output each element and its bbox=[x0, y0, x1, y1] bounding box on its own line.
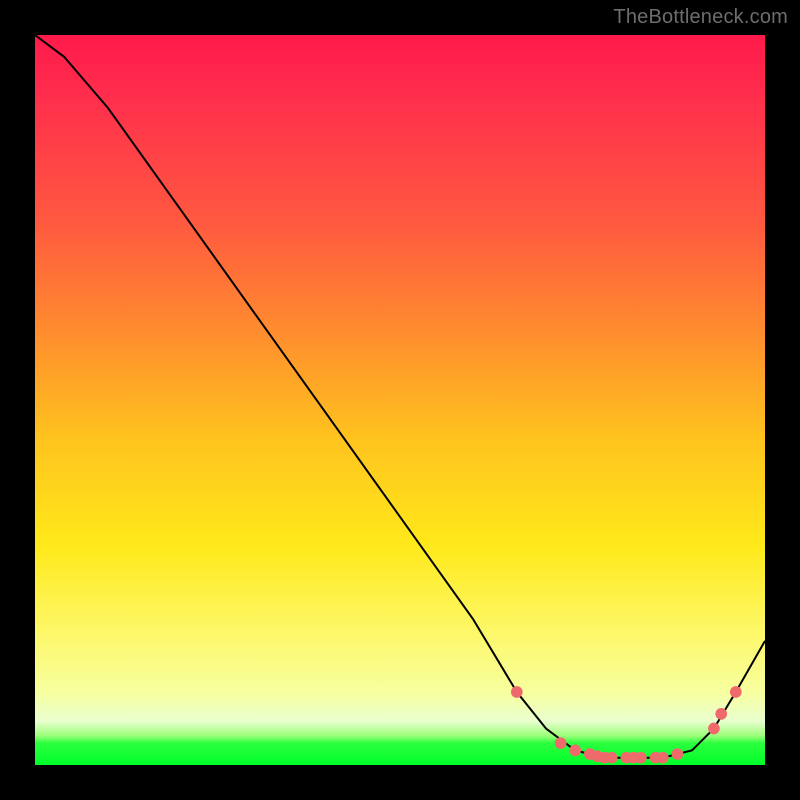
curve-marker bbox=[569, 745, 581, 757]
curve-marker bbox=[708, 723, 720, 735]
curve-marker bbox=[511, 686, 523, 698]
curve-marker bbox=[555, 737, 567, 749]
curve-marker bbox=[635, 752, 647, 764]
curve-marker bbox=[715, 708, 727, 720]
marker-group bbox=[511, 686, 742, 763]
curve-marker bbox=[730, 686, 742, 698]
curve-marker bbox=[672, 748, 684, 760]
chart-frame: TheBottleneck.com bbox=[0, 0, 800, 800]
curve-marker bbox=[657, 752, 669, 764]
bottleneck-curve bbox=[35, 35, 765, 758]
plot-area bbox=[35, 35, 765, 765]
curve-marker bbox=[606, 752, 618, 764]
watermark-text: TheBottleneck.com bbox=[613, 6, 788, 29]
curve-svg bbox=[35, 35, 765, 765]
